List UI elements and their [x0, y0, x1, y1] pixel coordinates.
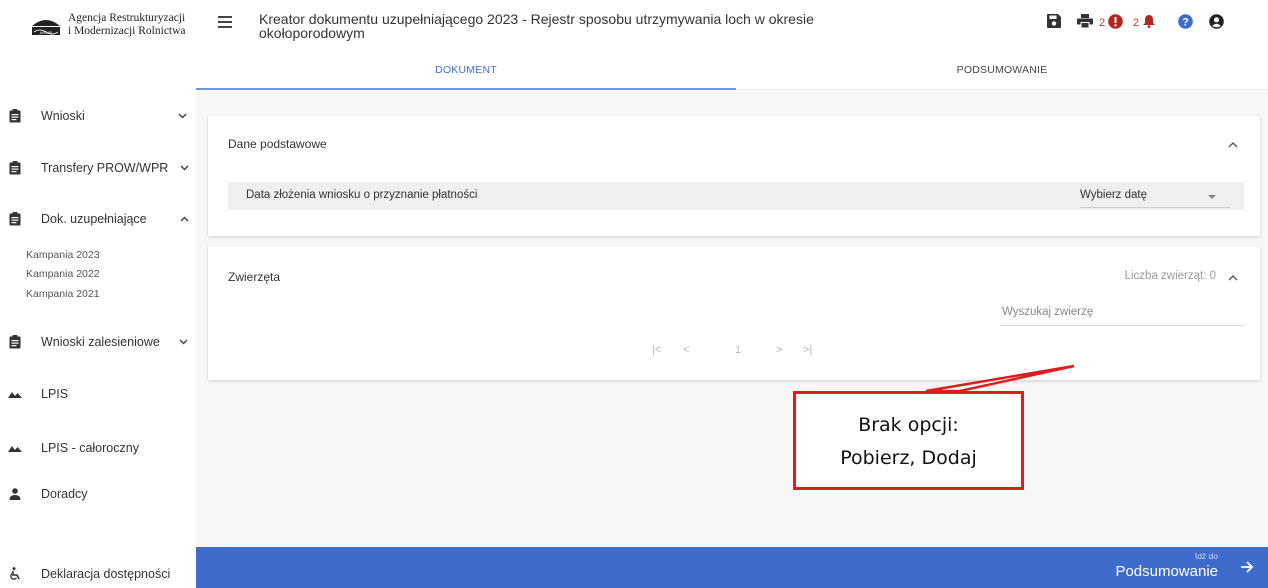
next-small-label: Idź do [1194, 551, 1218, 561]
arrow-right-icon [1241, 561, 1254, 573]
bottom-bar: Idź do Podsumowanie [196, 547, 1268, 588]
go-to-summary-button[interactable]: Idź do Podsumowanie [1108, 547, 1268, 588]
callout-box: Brak opcji: Pobierz, Dodaj [793, 391, 1024, 490]
next-big-label: Podsumowanie [1115, 563, 1218, 580]
callout-line2: Pobierz, Dodaj [840, 447, 977, 469]
callout-line1: Brak opcji: [858, 414, 959, 436]
callout-pointer [925, 364, 1075, 393]
